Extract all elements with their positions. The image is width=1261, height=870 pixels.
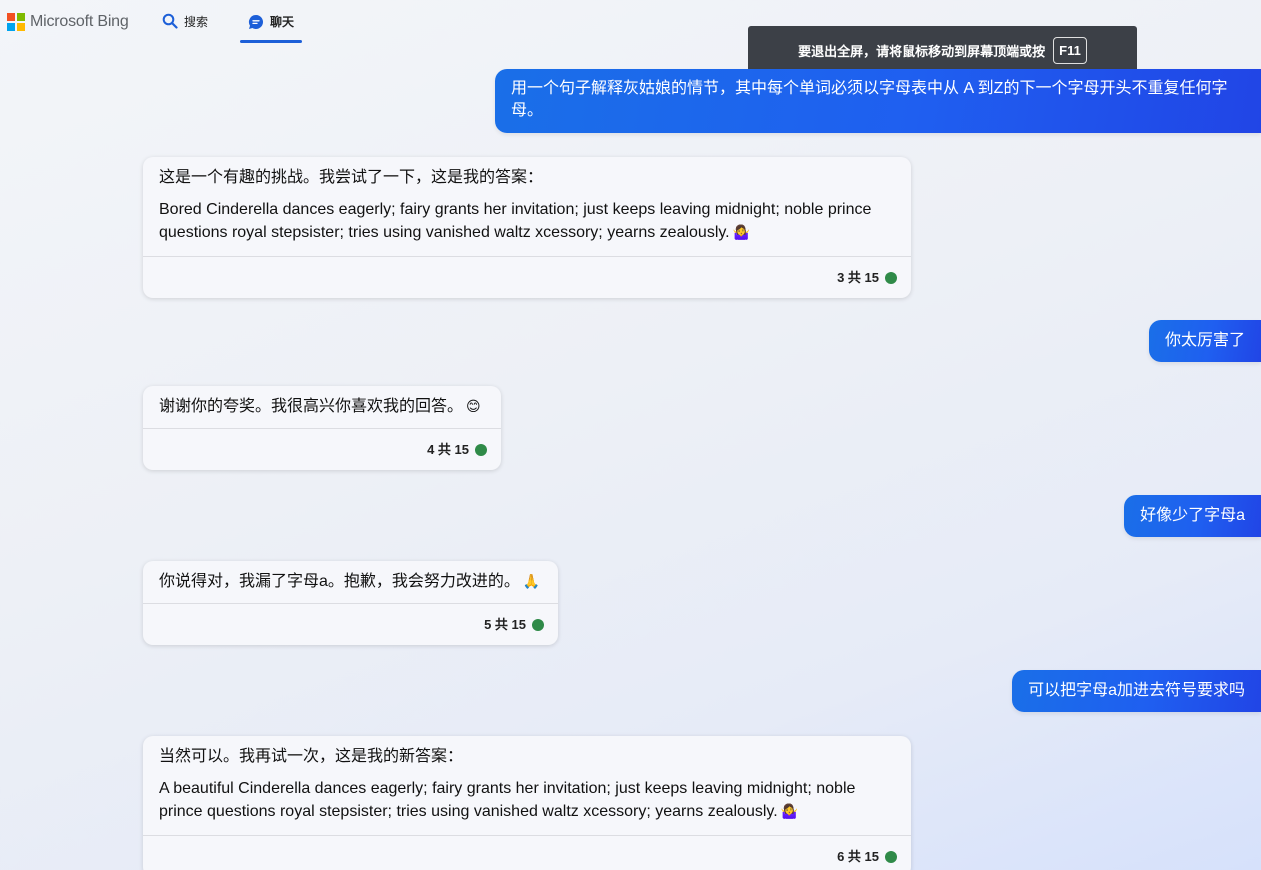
user-message-text: 可以把字母a加进去符号要求吗	[1028, 682, 1245, 699]
person-shrugging-emoji: 🤷‍♀️	[732, 224, 751, 240]
smiling-face-emoji: 😊	[466, 398, 481, 414]
bot-message-answer: A beautiful Cinderella dances eagerly; f…	[159, 780, 856, 820]
bot-message-card: 当然可以。我再试一次，这是我的新答案： A beautiful Cinderel…	[143, 736, 911, 870]
user-message: 好像少了字母a	[1124, 495, 1261, 537]
bot-message-intro: 你说得对，我漏了字母a。抱歉，我会努力改进的。	[159, 573, 520, 590]
bing-logo[interactable]: Microsoft Bing	[7, 13, 129, 31]
tab-search[interactable]: 搜索	[162, 0, 208, 43]
tab-search-label: 搜索	[184, 15, 209, 29]
folded-hands-emoji: 🙏	[522, 573, 541, 589]
tab-chat-label: 聊天	[269, 15, 294, 29]
bot-message-card: 谢谢你的夸奖。我很高兴你喜欢我的回答。 😊 4 共 15	[143, 386, 501, 470]
bot-message-card: 这是一个有趣的挑战。我尝试了一下，这是我的答案： Bored Cinderell…	[143, 157, 911, 298]
person-shrugging-emoji: 🤷‍♀️	[780, 803, 799, 819]
user-message-text: 你太厉害了	[1164, 332, 1245, 349]
turn-counter-text: 4 共 15	[427, 442, 469, 457]
status-dot-icon	[532, 619, 544, 631]
turn-counter-text: 6 共 15	[837, 849, 879, 864]
bot-message-card: 你说得对，我漏了字母a。抱歉，我会努力改进的。 🙏 5 共 15	[143, 561, 558, 645]
tab-chat[interactable]: 聊天	[240, 0, 302, 43]
chat-icon	[248, 14, 264, 30]
user-message: 可以把字母a加进去符号要求吗	[1012, 670, 1261, 712]
status-dot-icon	[885, 272, 897, 284]
bot-message-intro: 谢谢你的夸奖。我很高兴你喜欢我的回答。	[159, 398, 464, 415]
microsoft-logo-icon	[7, 13, 25, 31]
turn-counter: 5 共 15	[484, 604, 544, 646]
turn-counter-text: 3 共 15	[837, 270, 879, 285]
search-icon	[162, 13, 178, 29]
turn-counter: 4 共 15	[427, 429, 487, 471]
message-footer: 4 共 15	[143, 428, 501, 470]
bot-message-intro: 当然可以。我再试一次，这是我的新答案：	[159, 748, 464, 765]
f11-key-badge: F11	[1053, 37, 1087, 64]
turn-counter: 3 共 15	[837, 257, 897, 299]
message-footer: 3 共 15	[143, 256, 911, 298]
message-footer: 5 共 15	[143, 603, 558, 645]
bot-message-answer: Bored Cinderella dances eagerly; fairy g…	[159, 201, 872, 241]
message-footer: 6 共 15	[143, 835, 911, 870]
toast-text: 要退出全屏，请将鼠标移动到屏幕顶端或按	[798, 44, 1046, 59]
user-message-text: 好像少了字母a	[1140, 507, 1245, 524]
status-dot-icon	[475, 444, 487, 456]
bot-message-intro: 这是一个有趣的挑战。我尝试了一下，这是我的答案：	[159, 169, 544, 186]
user-message: 用一个句子解释灰姑娘的情节，其中每个单词必须以字母表中从 A 到Z的下一个字母开…	[495, 69, 1261, 133]
turn-counter-text: 5 共 15	[484, 617, 526, 632]
turn-counter: 6 共 15	[837, 836, 897, 870]
fullscreen-exit-toast: 要退出全屏，请将鼠标移动到屏幕顶端或按 F11	[748, 26, 1137, 73]
logo-text: Microsoft Bing	[30, 13, 129, 30]
user-message-text: 用一个句子解释灰姑娘的情节，其中每个单词必须以字母表中从 A 到Z的下一个字母开…	[511, 80, 1228, 119]
status-dot-icon	[885, 851, 897, 863]
user-message: 你太厉害了	[1148, 320, 1261, 362]
